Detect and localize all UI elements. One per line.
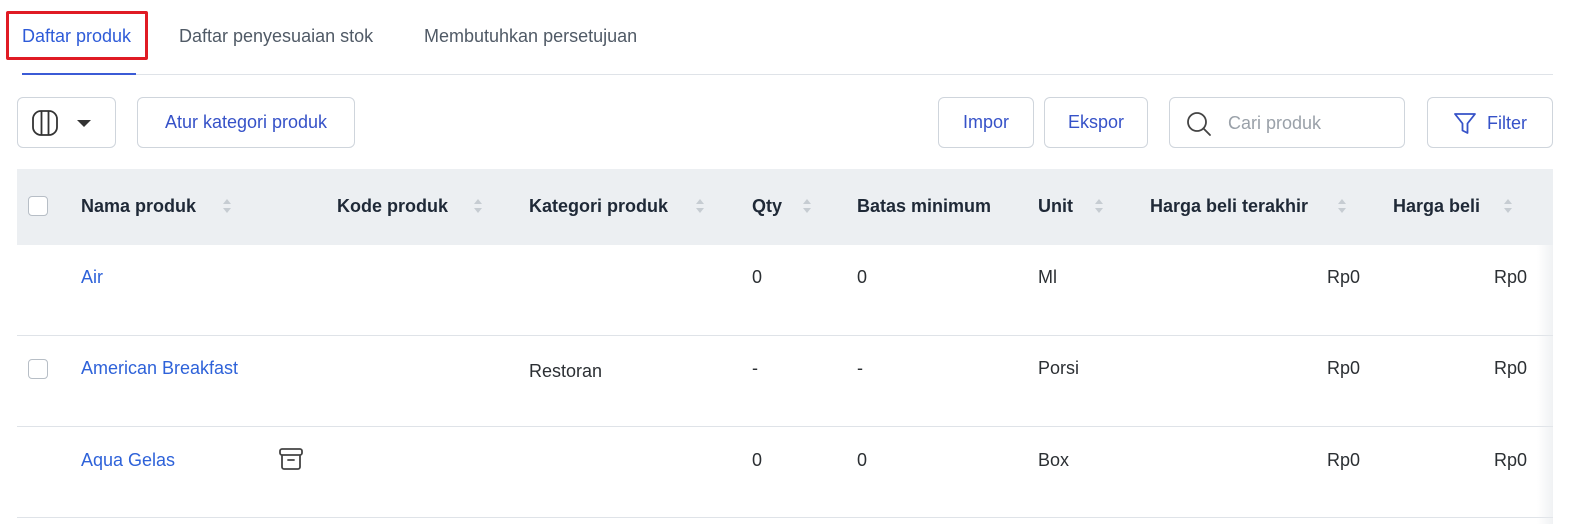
filter-button[interactable]: Filter	[1427, 97, 1553, 148]
product-qty: 0	[752, 267, 763, 287]
active-tab-indicator	[22, 73, 136, 75]
archive-icon	[279, 448, 303, 470]
tab-bar: Daftar produk Daftar penyesuaian stok Me…	[0, 0, 1553, 76]
search-input[interactable]	[1228, 112, 1396, 134]
search-icon	[1187, 112, 1211, 136]
product-unit: Ml	[1038, 267, 1057, 287]
product-qty: -	[752, 358, 758, 378]
product-min: -	[857, 358, 863, 378]
caret-down-icon	[77, 120, 91, 127]
col-header-qty[interactable]: Qty	[752, 196, 782, 217]
funnel-icon	[1454, 113, 1476, 134]
tab-divider	[22, 74, 1553, 75]
col-header-unit[interactable]: Unit	[1038, 196, 1073, 217]
product-unit: Box	[1038, 450, 1070, 470]
product-min: 0	[857, 450, 868, 470]
row-divider	[17, 426, 1553, 427]
tab-daftar-produk[interactable]: Daftar produk	[22, 26, 131, 47]
product-min: 0	[857, 267, 868, 287]
sort-icon[interactable]	[1336, 196, 1348, 216]
col-header-harga-beli[interactable]: Harga beli	[1393, 196, 1480, 217]
import-button[interactable]: Impor	[938, 97, 1034, 148]
product-category: Restoran	[529, 361, 603, 381]
col-header-kode-produk[interactable]: Kode produk	[337, 196, 448, 217]
product-last-price: Rp0	[1326, 358, 1360, 378]
filter-label: Filter	[1487, 113, 1527, 133]
search-box	[1169, 97, 1405, 148]
atur-kategori-produk-button[interactable]: Atur kategori produk	[137, 97, 355, 148]
sort-icon[interactable]	[1502, 196, 1514, 216]
sort-icon[interactable]	[1093, 196, 1105, 216]
product-last-price: Rp0	[1326, 267, 1360, 287]
scroll-edge-shadow	[1537, 245, 1553, 524]
column-toggle-button[interactable]	[17, 97, 116, 148]
tab-membutuhkan-persetujuan[interactable]: Membutuhkan persetujuan	[424, 26, 637, 47]
product-unit: Porsi	[1038, 358, 1080, 378]
sort-icon[interactable]	[801, 196, 813, 216]
product-last-price: Rp0	[1326, 450, 1360, 470]
row-divider	[17, 335, 1553, 336]
select-all-checkbox[interactable]	[28, 196, 48, 216]
sort-icon[interactable]	[694, 196, 706, 216]
export-button[interactable]: Ekspor	[1044, 97, 1148, 148]
product-qty: 0	[752, 450, 763, 470]
columns-icon	[32, 110, 58, 136]
product-name-link[interactable]: American Breakfast	[81, 358, 238, 379]
sort-icon[interactable]	[472, 196, 484, 216]
product-price: Rp0	[1493, 358, 1527, 378]
col-header-batas-minimum: Batas minimum	[857, 196, 992, 216]
product-name-link[interactable]: Aqua Gelas	[81, 450, 175, 471]
sort-icon[interactable]	[221, 196, 233, 216]
tab-daftar-penyesuaian-stok[interactable]: Daftar penyesuaian stok	[179, 26, 373, 47]
product-price: Rp0	[1493, 267, 1527, 287]
row-divider	[17, 517, 1553, 518]
table-header	[17, 169, 1553, 245]
col-header-kategori-produk[interactable]: Kategori produk	[529, 196, 668, 217]
col-header-nama-produk[interactable]: Nama produk	[81, 196, 196, 217]
col-header-harga-beli-terakhir[interactable]: Harga beli terakhir	[1150, 196, 1308, 217]
row-checkbox[interactable]	[28, 359, 48, 379]
product-price: Rp0	[1493, 450, 1527, 470]
product-name-link[interactable]: Air	[81, 267, 103, 288]
